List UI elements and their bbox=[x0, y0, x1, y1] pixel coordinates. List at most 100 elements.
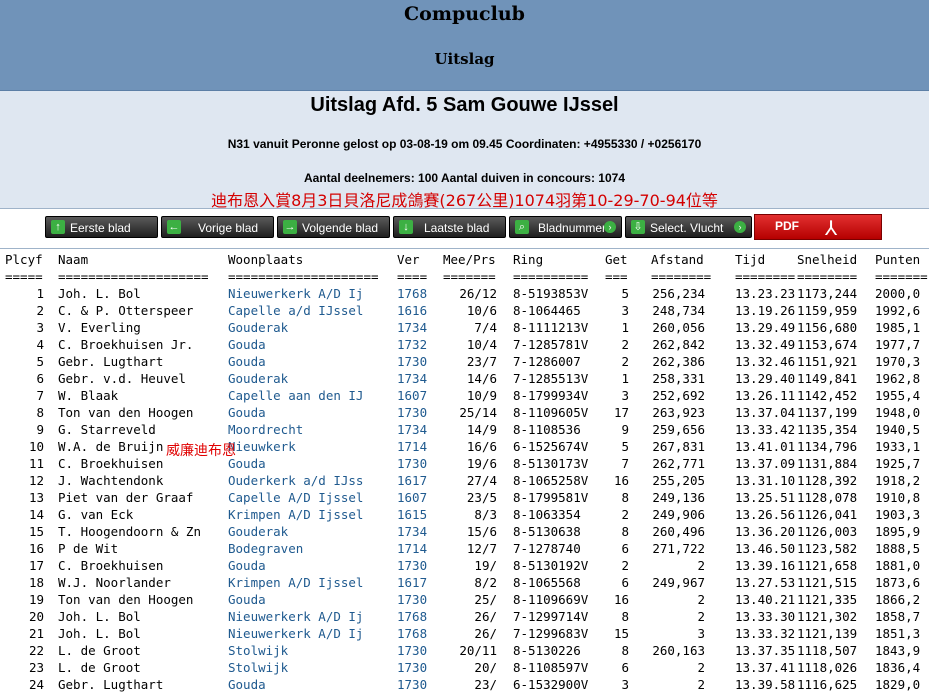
cell-get: 8 bbox=[621, 524, 629, 539]
cell-snel: 1134,796 bbox=[797, 439, 858, 454]
cell-meeprs: ======= bbox=[443, 269, 496, 284]
next-page-button[interactable]: → Volgende blad bbox=[277, 216, 390, 238]
cell-tijd: 13.37.04 bbox=[735, 405, 796, 420]
cell-snel: 1118,507 bbox=[797, 643, 858, 658]
select-flight-button[interactable]: ⇩ Select. Vlucht › bbox=[625, 216, 752, 238]
cell-snel: 1149,841 bbox=[797, 371, 858, 386]
cell-plcyf: 9 bbox=[36, 422, 44, 437]
page-title: Uitslag Afd. 5 Sam Gouwe IJssel bbox=[310, 94, 619, 116]
cell-naam: Naam bbox=[58, 252, 89, 267]
cell-afstand: 263,923 bbox=[652, 405, 705, 420]
cell-get: 16 bbox=[613, 473, 629, 488]
cell-tijd: 13.19.26 bbox=[735, 303, 796, 318]
cell-naam: Gebr. Lugthart bbox=[58, 354, 164, 369]
cell-naam: G. Starreveld bbox=[58, 422, 156, 437]
cell-meeprs: 7/4 bbox=[474, 320, 497, 335]
cell-ver: 1730 bbox=[397, 405, 428, 420]
cell-tijd: 13.40.21 bbox=[735, 592, 796, 607]
participant-counts: Aantal deelnemers: 100 Aantal duiven in … bbox=[304, 171, 625, 185]
page-number-button[interactable]: ⌕ Bladnummer › bbox=[509, 216, 622, 238]
last-page-button[interactable]: ↓ Laatste blad bbox=[393, 216, 506, 238]
cell-woon: ==================== bbox=[228, 269, 379, 284]
cell-afstand: 252,692 bbox=[652, 388, 705, 403]
cell-ver: 1607 bbox=[397, 388, 428, 403]
cell-meeprs: 10/9 bbox=[466, 388, 497, 403]
cell-meeprs: 19/ bbox=[474, 558, 497, 573]
cell-snel: 1156,680 bbox=[797, 320, 858, 335]
cell-naam: Joh. L. Bol bbox=[58, 286, 141, 301]
cell-ver: 1734 bbox=[397, 524, 428, 539]
cell-ver: 1768 bbox=[397, 626, 428, 641]
cell-ver: 1730 bbox=[397, 354, 428, 369]
cell-snel: Snelheid bbox=[797, 252, 858, 267]
first-page-button[interactable]: ↑ Eerste blad bbox=[45, 216, 158, 238]
download-icon: ⇩ bbox=[631, 220, 645, 234]
cell-meeprs: 20/ bbox=[474, 660, 497, 675]
cell-woon: Gouda bbox=[228, 677, 266, 692]
cell-meeprs: 8/2 bbox=[474, 575, 497, 590]
pdf-button[interactable]: PDF ⅄ bbox=[754, 214, 882, 240]
cell-punten: 1881,0 bbox=[875, 558, 921, 573]
cell-get: 2 bbox=[621, 354, 629, 369]
cell-tijd: ======== bbox=[735, 269, 796, 284]
cell-woon: Gouderak bbox=[228, 320, 289, 335]
cell-snel: 1118,026 bbox=[797, 660, 858, 675]
cell-get: 1 bbox=[621, 371, 629, 386]
cell-punten: 1948,0 bbox=[875, 405, 921, 420]
cell-plcyf: Plcyf bbox=[5, 252, 43, 267]
site-title: Compuclub bbox=[404, 3, 525, 25]
cell-ver: 1730 bbox=[397, 456, 428, 471]
cell-afstand: 2 bbox=[697, 592, 705, 607]
cell-woon: Nieuwerkerk A/D Ij bbox=[228, 609, 364, 624]
cell-punten: ======= bbox=[875, 269, 928, 284]
cell-snel: 1121,139 bbox=[797, 626, 858, 641]
cell-ver: 1714 bbox=[397, 541, 428, 556]
cell-ver: ==== bbox=[397, 269, 428, 284]
next-page-label: Volgende blad bbox=[302, 221, 379, 235]
cell-afstand: 249,967 bbox=[652, 575, 705, 590]
cell-plcyf: 15 bbox=[28, 524, 44, 539]
cell-tijd: 13.37.09 bbox=[735, 456, 796, 471]
cell-snel: 1121,658 bbox=[797, 558, 858, 573]
cell-woon: Gouda bbox=[228, 592, 266, 607]
cell-woon: Gouda bbox=[228, 558, 266, 573]
cell-plcyf: 12 bbox=[28, 473, 44, 488]
cell-plcyf: 21 bbox=[28, 626, 44, 641]
cell-woon: Nieuwkerk bbox=[228, 439, 296, 454]
cell-meeprs: 12/7 bbox=[466, 541, 497, 556]
cell-get: 9 bbox=[621, 422, 629, 437]
cell-plcyf: 13 bbox=[28, 490, 44, 505]
previous-page-button[interactable]: ← Vorige blad bbox=[161, 216, 274, 238]
cell-plcyf: 24 bbox=[28, 677, 44, 692]
cell-afstand: 262,842 bbox=[652, 337, 705, 352]
cell-punten: 1970,3 bbox=[875, 354, 921, 369]
cell-plcyf: 3 bbox=[36, 320, 44, 335]
cell-afstand: 258,331 bbox=[652, 371, 705, 386]
search-icon: ⌕ bbox=[515, 220, 529, 234]
cell-plcyf: 16 bbox=[28, 541, 44, 556]
cell-snel: 1121,302 bbox=[797, 609, 858, 624]
cell-get: 17 bbox=[613, 405, 629, 420]
cell-plcyf: 10 bbox=[28, 439, 44, 454]
cell-snel: 1126,003 bbox=[797, 524, 858, 539]
previous-page-label: Vorige blad bbox=[198, 221, 259, 235]
cell-get: 6 bbox=[621, 541, 629, 556]
cell-ver: Ver bbox=[397, 252, 420, 267]
cell-get: 5 bbox=[621, 286, 629, 301]
cell-ver: 1734 bbox=[397, 371, 428, 386]
cell-plcyf: 19 bbox=[28, 592, 44, 607]
cell-get: === bbox=[605, 269, 628, 284]
cell-meeprs: 16/6 bbox=[466, 439, 497, 454]
cell-meeprs: 8/3 bbox=[474, 507, 497, 522]
cell-ver: 1768 bbox=[397, 609, 428, 624]
cell-ver: 1768 bbox=[397, 286, 428, 301]
cell-punten: 1955,4 bbox=[875, 388, 921, 403]
cell-get: 8 bbox=[621, 609, 629, 624]
cell-afstand: 260,496 bbox=[652, 524, 705, 539]
cell-naam: W.A. de Bruijn bbox=[58, 439, 164, 454]
cell-afstand: 248,734 bbox=[652, 303, 705, 318]
cell-plcyf: 23 bbox=[28, 660, 44, 675]
cell-punten: 1992,6 bbox=[875, 303, 921, 318]
cell-punten: 2000,0 bbox=[875, 286, 921, 301]
cell-woon: Gouderak bbox=[228, 524, 289, 539]
